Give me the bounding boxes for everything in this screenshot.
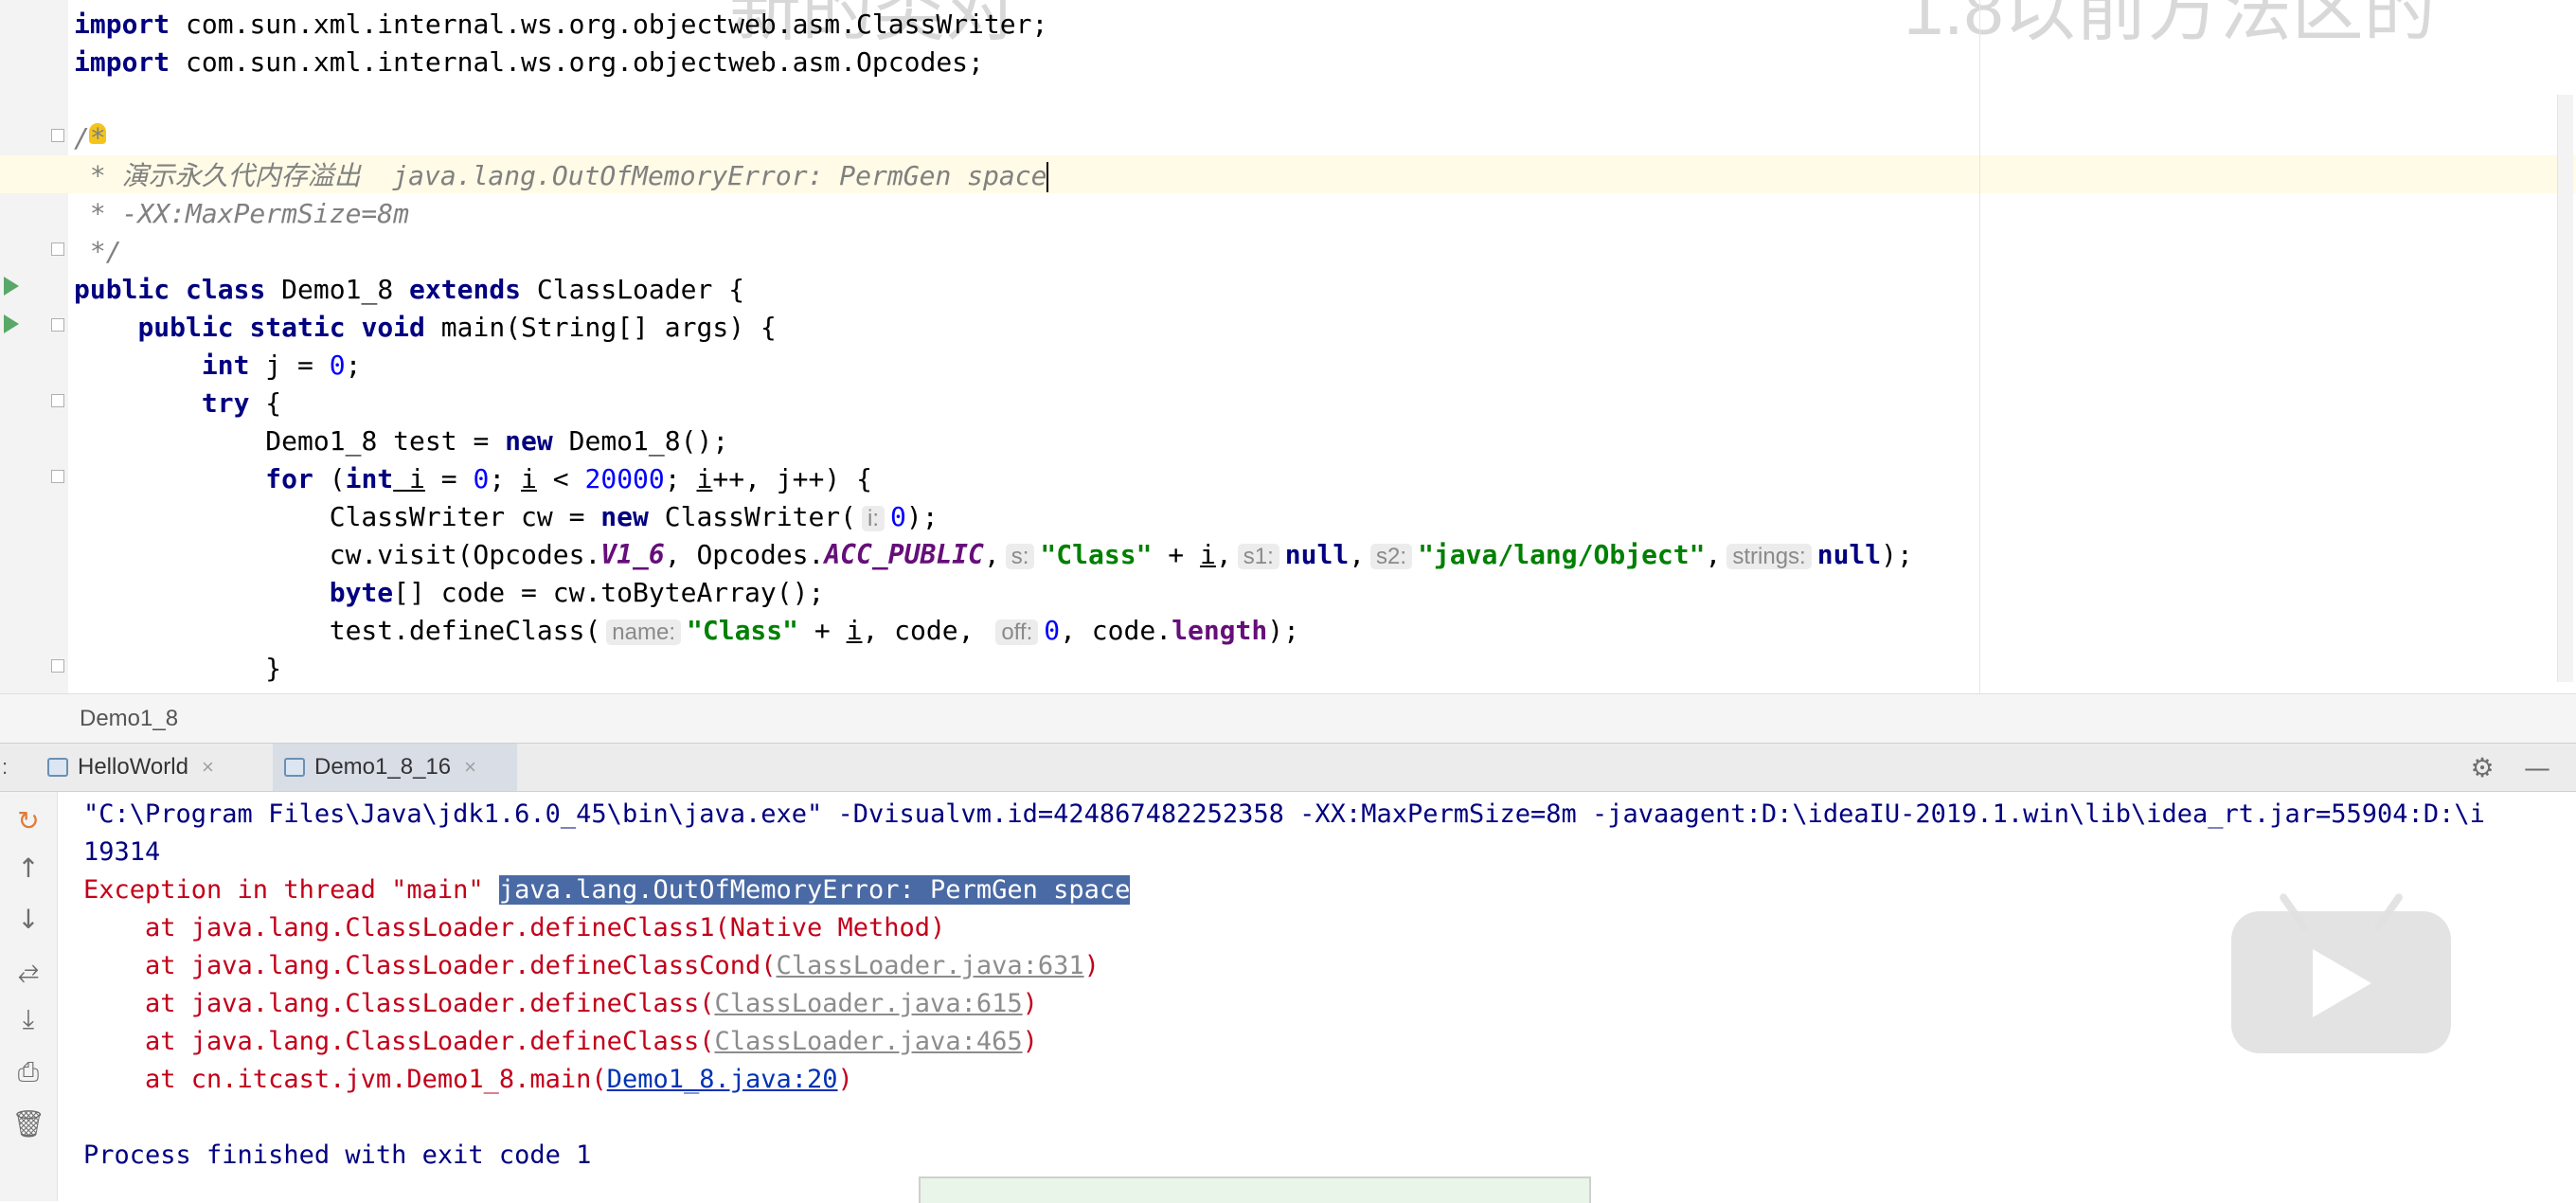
code-comment: */ <box>74 236 122 267</box>
down-arrow-icon[interactable]: ↓ <box>11 902 45 936</box>
stack-frame: at java.lang.ClassLoader.defineClass1(Na… <box>83 913 946 943</box>
code-line: try { <box>201 387 282 419</box>
code-line-class-decl: public class Demo1_8 extends ClassLoader… <box>74 274 745 305</box>
console-command-line: "C:\Program Files\Java\jdk1.6.0_45\bin\j… <box>83 799 2485 829</box>
scroll-to-end-icon[interactable]: ⤓ <box>11 1002 45 1036</box>
stack-frame: at cn.itcast.jvm.Demo1_8.main(Demo1_8.ja… <box>83 1065 853 1094</box>
code-comment: * -XX:MaxPermSize=8m <box>74 198 410 229</box>
fold-icon[interactable] <box>51 470 64 483</box>
tabs-separator: : <box>2 755 9 779</box>
close-icon[interactable]: × <box>464 755 476 780</box>
console-output: 19314 <box>83 837 161 867</box>
source-link[interactable]: ClassLoader.java:465 <box>714 1027 1022 1056</box>
console-toolbar: ↻ ↑ ↓ ⥄ ⤓ ⎙ 🗑 <box>0 792 58 1201</box>
source-link[interactable]: ClassLoader.java:631 <box>777 951 1084 980</box>
print-icon[interactable]: ⎙ <box>11 1055 45 1089</box>
run-tool-window-tabs: : HelloWorld × Demo1_8_16 × ⚙ — <box>0 743 2576 792</box>
process-finished-message: Process finished with exit code 1 <box>83 1140 592 1170</box>
stack-frame: at java.lang.ClassLoader.defineClass(Cla… <box>83 1027 1038 1056</box>
fold-icon[interactable] <box>51 318 64 332</box>
code-line-visit: cw.visit(Opcodes.V1_6, Opcodes.ACC_PUBLI… <box>329 539 1913 570</box>
param-hint: strings: <box>1726 544 1812 569</box>
close-icon[interactable]: × <box>202 755 214 780</box>
soft-wrap-icon[interactable]: ⥄ <box>11 953 45 987</box>
up-arrow-icon[interactable]: ↑ <box>11 851 45 885</box>
tab-demo1-8-16[interactable]: Demo1_8_16 × <box>273 744 517 791</box>
param-hint: s2: <box>1370 544 1413 569</box>
console-exception: Exception in thread "main" java.lang.Out… <box>83 875 1131 905</box>
code-comment: * 演示永久代内存溢出 java.lang.OutOfMemoryError: … <box>74 160 1049 192</box>
play-icon[interactable] <box>2313 949 2371 1017</box>
param-hint: name: <box>606 619 681 645</box>
overlay-panel <box>919 1176 1591 1203</box>
code-editor[interactable]: 新的类对 1.8以前方法区的 import com.sun.xml.intern… <box>0 0 2576 693</box>
trash-icon[interactable]: 🗑 <box>11 1106 45 1140</box>
console-tab-icon <box>284 758 305 777</box>
stack-frame: at java.lang.ClassLoader.defineClass(Cla… <box>83 989 1038 1018</box>
source-link[interactable]: ClassLoader.java:615 <box>714 989 1022 1018</box>
selected-text[interactable]: java.lang.OutOfMemoryError: PermGen spac… <box>498 875 1131 905</box>
console-tab-icon <box>47 758 68 777</box>
video-play-overlay[interactable] <box>2231 890 2451 1053</box>
settings-icon[interactable]: ⚙ <box>2466 751 2498 783</box>
code-line: Demo1_8 test = new Demo1_8(); <box>265 425 729 457</box>
code-line: } <box>265 653 282 684</box>
text-caret <box>1046 162 1049 192</box>
fold-icon[interactable] <box>51 242 64 256</box>
code-line: import com.sun.xml.internal.ws.org.objec… <box>74 9 1048 40</box>
code-line: int j = 0; <box>201 350 362 381</box>
code-comment: /* <box>74 122 106 153</box>
fold-icon[interactable] <box>51 129 64 142</box>
tab-label: HelloWorld <box>78 754 188 780</box>
run-class-icon[interactable] <box>4 277 19 296</box>
code-line: ClassWriter cw = new ClassWriter(i: 0); <box>329 501 939 532</box>
fold-icon[interactable] <box>51 394 64 407</box>
video-subtitle-right: 1.8以前方法区的 <box>1904 0 2436 50</box>
editor-scrollbar[interactable] <box>2557 95 2573 682</box>
run-main-icon[interactable] <box>4 314 19 333</box>
code-line-main: public static void main(String[] args) { <box>137 312 777 343</box>
breadcrumb: Demo1_8 <box>0 693 2576 744</box>
run-console[interactable]: ↻ ↑ ↓ ⥄ ⤓ ⎙ 🗑 "C:\Program Files\Java\jdk… <box>0 792 2576 1201</box>
param-hint: i: <box>862 506 886 531</box>
tab-helloworld[interactable]: HelloWorld × <box>47 744 246 791</box>
fold-icon[interactable] <box>51 659 64 673</box>
code-line-for: for (int i = 0; i < 20000; i++, j++) { <box>265 463 872 494</box>
tab-label: Demo1_8_16 <box>314 754 452 780</box>
param-hint: s1: <box>1237 544 1279 569</box>
stack-frame: at java.lang.ClassLoader.defineClassCond… <box>83 951 1100 980</box>
rerun-icon[interactable]: ↻ <box>11 803 45 837</box>
breadcrumb-class[interactable]: Demo1_8 <box>80 706 178 732</box>
code-line: import com.sun.xml.internal.ws.org.objec… <box>74 46 984 78</box>
minimize-icon[interactable]: — <box>2521 751 2553 783</box>
code-line-define: test.defineClass(name: "Class" + i, code,… <box>329 615 1299 646</box>
source-link[interactable]: Demo1_8.java:20 <box>607 1065 838 1094</box>
param-hint: s: <box>1005 544 1035 569</box>
right-margin-guide <box>1979 0 1980 693</box>
param-hint: off: <box>995 619 1039 645</box>
code-line: byte[] code = cw.toByteArray(); <box>329 577 825 608</box>
editor-gutter <box>0 0 68 693</box>
